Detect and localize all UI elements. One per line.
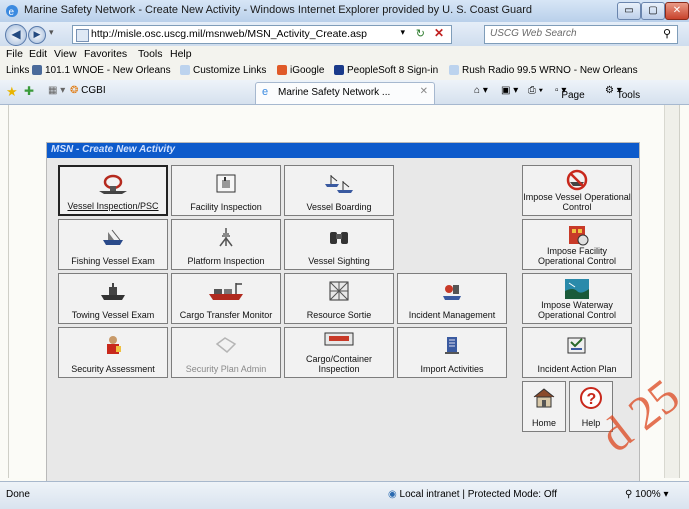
menu-file[interactable]: File (6, 48, 23, 60)
fishing-vessel-exam-button[interactable]: Fishing Vessel Exam (58, 219, 168, 270)
intranet-globe-icon: ◉ (388, 489, 397, 500)
minimize-button[interactable]: ▭ (617, 2, 641, 20)
window-titlebar: e Marine Safety Network - Create New Act… (0, 0, 689, 23)
links-bar: Links 101.1 WNOE - New Orleans Customize… (0, 63, 689, 81)
tools-menu[interactable]: ⚙ Tools ▾ (605, 85, 640, 101)
link-wnoe[interactable]: 101.1 WNOE - New Orleans (32, 65, 171, 76)
window-title: Marine Safety Network - Create New Activ… (24, 4, 533, 16)
address-toolbar: ◀ ▶ ▾ http://misle.osc.uscg.mil/msnweb/M… (0, 22, 689, 46)
tugboat-icon (59, 280, 167, 302)
platform-icon (172, 226, 280, 248)
links-label: Links (6, 65, 30, 76)
boarding-ships-icon (285, 172, 393, 194)
impose-waterway-control-button[interactable]: Impose Waterway Operational Control (522, 273, 632, 324)
address-dropdown-icon[interactable]: ▾ (400, 27, 405, 38)
ie-page-icon: e (262, 86, 269, 98)
fishing-boat-icon (59, 226, 167, 248)
resource-sortie-button[interactable]: Resource Sortie (284, 273, 394, 324)
status-text: Done (6, 489, 30, 500)
import-activities-button[interactable]: Import Activities (397, 327, 507, 378)
security-plan-icon (172, 334, 280, 356)
vessel-sighting-button[interactable]: Vessel Sighting (284, 219, 394, 270)
page-menu[interactable]: ▫ Page ▾ (555, 85, 585, 101)
link-igoogle[interactable]: iGoogle (277, 65, 324, 76)
home-icon (523, 385, 565, 408)
forward-button[interactable]: ▶ (28, 26, 46, 44)
print-icon[interactable]: ⎙ ▾ (528, 85, 543, 96)
cargo-transfer-monitor-button[interactable]: Cargo Transfer Monitor (171, 273, 281, 324)
facility-control-icon (523, 223, 631, 246)
no-vessel-icon (523, 169, 631, 191)
platform-inspection-button[interactable]: Platform Inspection (171, 219, 281, 270)
impose-facility-control-button[interactable]: Impose Facility Operational Control (522, 219, 632, 270)
history-dropdown-icon[interactable]: ▾ (49, 27, 54, 38)
security-officer-icon (59, 334, 167, 356)
feeds-icon[interactable]: ▣ ▾ (501, 85, 518, 96)
container-icon (285, 330, 393, 352)
search-icon[interactable]: ⚲ (663, 27, 671, 40)
link-peoplesoft[interactable]: PeopleSoft 8 Sign-in (334, 65, 438, 76)
menu-tools[interactable]: Tools (138, 48, 163, 60)
menu-help[interactable]: Help (170, 48, 192, 60)
add-favorite-icon[interactable]: ✚ (24, 84, 34, 98)
create-activity-panel: MSN - Create New Activity Vessel Inspect… (46, 142, 640, 489)
back-button[interactable]: ◀ (5, 24, 27, 46)
impose-vessel-control-button[interactable]: Impose Vessel Operational Control (522, 165, 632, 216)
action-plan-icon (523, 334, 631, 356)
stop-icon[interactable]: ✕ (434, 26, 444, 40)
page-content: MSN - Create New Activity Vessel Inspect… (8, 105, 680, 489)
cargo-container-inspection-button[interactable]: Cargo/Container Inspection (284, 327, 394, 378)
menu-favorites[interactable]: Favorites (84, 48, 127, 60)
panel-title: MSN - Create New Activity (51, 144, 176, 155)
address-field[interactable]: http://misle.osc.uscg.mil/msnweb/MSN_Act… (72, 25, 452, 44)
security-assessment-button[interactable]: Security Assessment (58, 327, 168, 378)
incident-management-button[interactable]: Incident Management (397, 273, 507, 324)
import-server-icon (398, 334, 506, 356)
menu-bar: File Edit View Favorites Tools Help (0, 46, 689, 63)
page-icon (76, 29, 89, 42)
vessel-boarding-button[interactable]: Vessel Boarding (284, 165, 394, 216)
favorites-star-icon[interactable]: ★ (6, 84, 18, 100)
cargo-ship-icon (172, 280, 280, 302)
link-rush-radio[interactable]: Rush Radio 99.5 WRNO - New Orleans (449, 65, 638, 76)
link-customize[interactable]: Customize Links (180, 65, 266, 76)
security-zone: ◉ Local intranet | Protected Mode: Off (388, 489, 558, 500)
menu-view[interactable]: View (54, 48, 77, 60)
waterway-icon (523, 277, 631, 299)
refresh-icon[interactable]: ↻ (416, 27, 425, 40)
svg-text:?: ? (587, 391, 597, 408)
tab-cgbi[interactable]: ❂ CGBI (70, 85, 106, 96)
binoculars-icon (285, 226, 393, 248)
home-button[interactable]: Home (522, 381, 566, 432)
ie-logo-icon: e (6, 5, 18, 18)
tab-marine-safety-network[interactable]: e Marine Safety Network ... ✕ (255, 82, 435, 104)
maximize-button[interactable]: ▢ (641, 2, 665, 20)
towing-vessel-exam-button[interactable]: Towing Vessel Exam (58, 273, 168, 324)
status-bar: Done ◉ Local intranet | Protected Mode: … (0, 481, 689, 509)
security-plan-admin-button[interactable]: Security Plan Admin (171, 327, 281, 378)
inspection-magnifier-icon (60, 173, 166, 195)
zoom-magnifier-icon: ⚲ (625, 489, 633, 500)
vessel-inspection-button[interactable]: Vessel Inspection/PSC (58, 165, 168, 216)
incident-action-plan-button[interactable]: Incident Action Plan (522, 327, 632, 378)
close-button[interactable]: ✕ (665, 2, 689, 20)
search-input[interactable]: USCG Web Search ⚲ (484, 25, 678, 44)
facility-icon (172, 172, 280, 194)
close-tab-icon[interactable]: ✕ (420, 86, 428, 97)
quick-tabs-icon[interactable]: ▦ ▾ (48, 85, 65, 96)
incident-icon (398, 280, 506, 302)
facility-inspection-button[interactable]: Facility Inspection (171, 165, 281, 216)
home-toolbar-icon[interactable]: ⌂ ▾ (474, 85, 488, 96)
panel-header: MSN - Create New Activity (47, 143, 639, 158)
help-question-icon: ? (570, 385, 612, 409)
tab-bar: ★ ✚ ▦ ▾ ❂ CGBI e Marine Safety Network .… (0, 80, 689, 105)
menu-edit[interactable]: Edit (29, 48, 47, 60)
svg-text:e: e (9, 7, 15, 18)
zoom-level[interactable]: ⚲ 100% ▾ (625, 489, 669, 500)
sortie-grid-icon (285, 280, 393, 302)
